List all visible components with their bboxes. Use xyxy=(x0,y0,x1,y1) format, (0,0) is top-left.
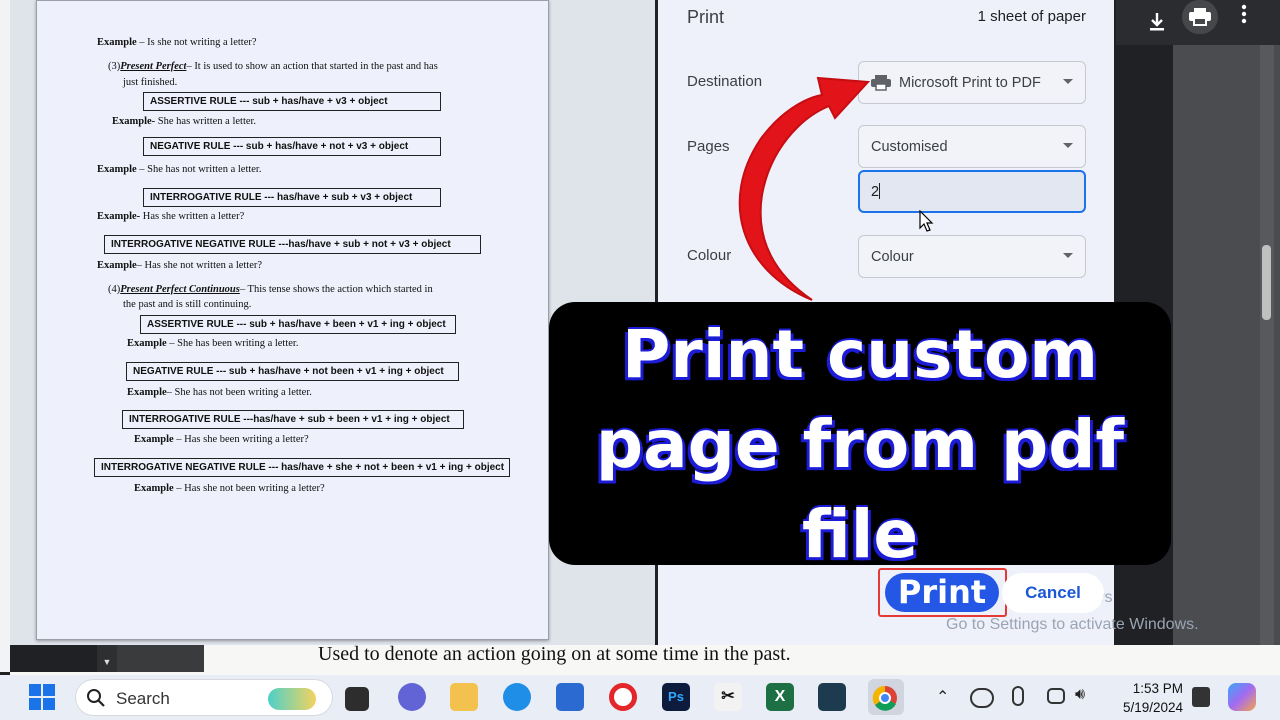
photoshop-icon[interactable]: Ps xyxy=(662,683,690,711)
edge-icon[interactable] xyxy=(503,683,531,711)
rule-box: INTERROGATIVE NEGATIVE RULE ---has/have … xyxy=(104,235,481,254)
more-vert-icon[interactable] xyxy=(1230,0,1258,28)
rule-box: INTERROGATIVE RULE --- has/have + sub + … xyxy=(143,188,441,207)
scrollbar-thumb[interactable] xyxy=(1262,245,1271,320)
chat-app-icon[interactable] xyxy=(398,683,426,711)
text-cursor xyxy=(879,183,881,199)
banner-text: Print custom page from pdf file xyxy=(549,310,1171,580)
printer-icon[interactable] xyxy=(1182,0,1218,34)
mouse-cursor-icon xyxy=(919,210,934,232)
bottom-panel xyxy=(117,645,204,672)
colour-label: Colour xyxy=(687,247,732,264)
colour-value: Colour xyxy=(871,248,914,265)
rule-box: ASSERTIVE RULE --- sub + has/have + been… xyxy=(140,315,456,334)
store-icon[interactable] xyxy=(556,683,584,711)
chevron-down-icon xyxy=(1063,143,1073,148)
opera-icon[interactable] xyxy=(609,683,637,711)
doc-line: Example – Has she been writing a letter? xyxy=(134,434,309,445)
taskbar-search[interactable]: Search xyxy=(75,679,333,716)
notification-icon[interactable] xyxy=(1192,687,1210,707)
doc-line: Example- She has written a letter. xyxy=(112,116,257,127)
left-edge xyxy=(0,0,10,672)
destination-label: Destination xyxy=(687,73,763,90)
volume-icon[interactable]: 🔊︎ xyxy=(1075,686,1085,704)
onedrive-icon[interactable] xyxy=(970,688,994,708)
banner-line: file xyxy=(801,496,919,573)
dialog-title: Print xyxy=(687,7,725,27)
pages-label: Pages xyxy=(687,138,730,155)
clock-date[interactable]: 5/19/2024 xyxy=(1111,700,1183,715)
chevron-up-icon[interactable]: ⌃ xyxy=(936,687,949,707)
print-button[interactable]: Print xyxy=(885,573,999,612)
destination-value: Microsoft Print to PDF xyxy=(899,74,1041,91)
banner-line: page from pdf xyxy=(595,406,1125,483)
copilot-icon[interactable] xyxy=(1228,683,1256,711)
doc-line: Example– She has not been writing a lett… xyxy=(127,387,312,398)
viewer-scrollbar[interactable] xyxy=(1260,45,1274,645)
doc-line: Example – Is she not writing a letter? xyxy=(97,37,257,48)
background-document-text: Used to denote an action going on at som… xyxy=(318,643,791,665)
rule-box: INTERROGATIVE NEGATIVE RULE --- has/have… xyxy=(94,458,510,477)
activation-watermark: Go to Settings to activate Windows. xyxy=(946,616,1199,633)
pdf-page-preview: Example – Is she not writing a letter? (… xyxy=(36,0,549,640)
search-icon xyxy=(87,689,105,707)
rule-box: ASSERTIVE RULE --- sub + has/have + v3 +… xyxy=(143,92,441,111)
cancel-button[interactable]: Cancel xyxy=(1002,573,1104,613)
pages-value: Customised xyxy=(871,138,948,155)
mic-icon[interactable] xyxy=(1012,686,1024,706)
title-banner: Print custom page from pdf file xyxy=(549,302,1171,573)
doc-line: Example – She has not written a letter. xyxy=(97,164,262,175)
doc-line: (4)Present Perfect Continuous– This tens… xyxy=(108,284,433,295)
chevron-down-icon xyxy=(1063,253,1073,258)
destination-select[interactable]: Microsoft Print to PDF xyxy=(858,61,1086,104)
rule-box: NEGATIVE RULE --- sub + has/have + not +… xyxy=(143,137,441,156)
rule-box: NEGATIVE RULE --- sub + has/have + not b… xyxy=(126,362,459,381)
search-placeholder: Search xyxy=(116,689,170,708)
doc-line: the past and is still continuing. xyxy=(123,299,252,310)
viewer-toolbar xyxy=(1116,0,1280,45)
taskbar: Search Ps ✂ X ⌃ 🔊︎ 1:53 PM 5/19/2024 xyxy=(0,675,1280,720)
custom-pages-input[interactable]: 2 xyxy=(858,170,1086,213)
doc-line: Example – Has she not been writing a let… xyxy=(134,483,325,494)
file-explorer-icon[interactable] xyxy=(450,683,478,711)
doc-line: Example- Has she written a letter? xyxy=(97,211,245,222)
network-icon[interactable] xyxy=(1047,688,1065,704)
banner-line: Print custom xyxy=(621,316,1099,393)
doc-line: just finished. xyxy=(123,77,178,88)
capcut-icon[interactable]: ✂ xyxy=(714,683,742,711)
rule-box: INTERROGATIVE RULE ---has/have + sub + b… xyxy=(122,410,464,429)
chevron-down-icon xyxy=(1063,79,1073,84)
printer-icon xyxy=(871,74,891,91)
filmora-icon[interactable] xyxy=(818,683,846,711)
chrome-icon[interactable] xyxy=(868,679,904,715)
windows-start-icon[interactable] xyxy=(28,683,56,711)
bottom-panel xyxy=(10,645,97,672)
sheet-count: 1 sheet of paper xyxy=(977,8,1086,25)
colour-select[interactable]: Colour xyxy=(858,235,1086,278)
clock-time[interactable]: 1:53 PM xyxy=(1123,681,1183,696)
pages-select[interactable]: Customised xyxy=(858,125,1086,168)
doc-line: Example– Has she not written a letter? xyxy=(97,260,263,271)
excel-icon[interactable]: X xyxy=(766,683,794,711)
custom-pages-value: 2 xyxy=(871,184,880,200)
download-icon[interactable] xyxy=(1143,8,1171,36)
print-button-highlight: Print xyxy=(878,568,1007,617)
task-view-icon[interactable] xyxy=(345,687,369,711)
doc-line: (3)Present Perfect– It is used to show a… xyxy=(108,61,438,72)
doc-line: Example – She has been writing a letter. xyxy=(127,338,299,349)
scroll-down-icon[interactable]: ▼ xyxy=(97,645,117,672)
search-highlight-icon xyxy=(268,688,316,710)
